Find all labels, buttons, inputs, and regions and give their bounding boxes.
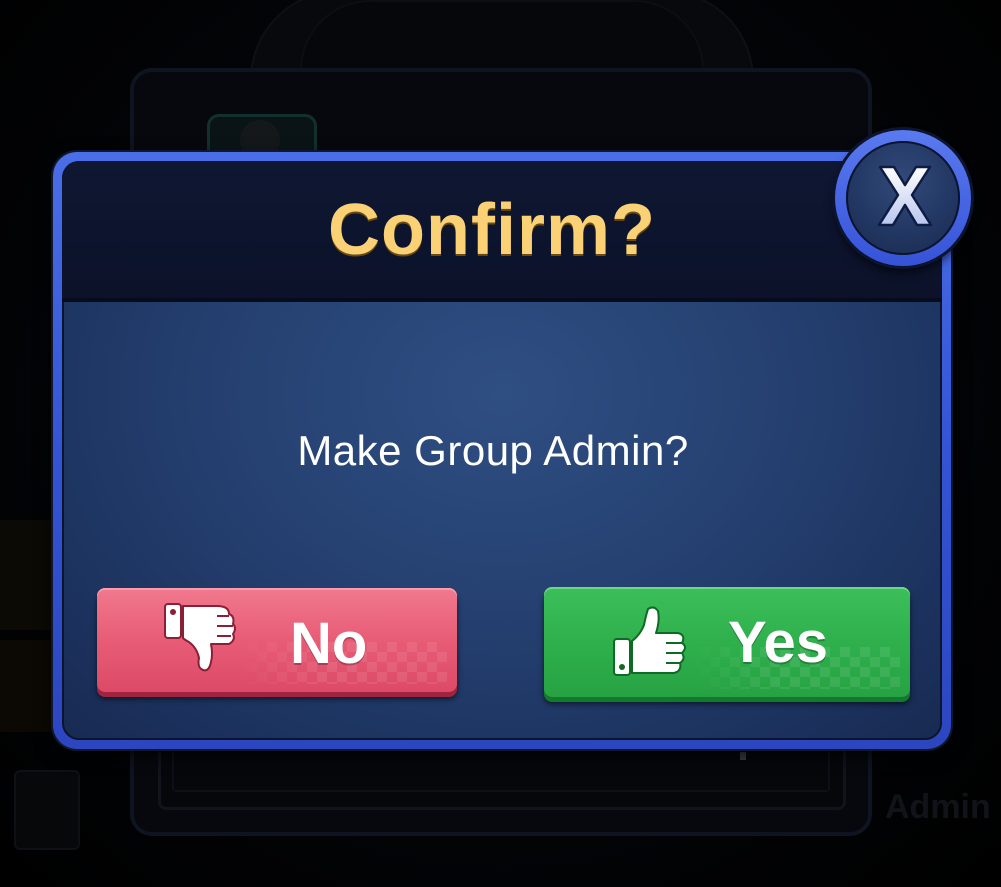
background-marker: [740, 752, 746, 760]
yes-button-label: Yes: [728, 610, 828, 675]
yes-button[interactable]: Yes: [544, 587, 910, 697]
background-left-avatar: [14, 770, 80, 850]
no-button-label: No: [290, 611, 368, 676]
no-button[interactable]: No: [97, 588, 457, 692]
background-left-item: [0, 640, 58, 732]
confirm-dialog: Confirm? Make Group Admin? No Yes: [53, 152, 951, 749]
dialog-header: Confirm?: [62, 161, 942, 302]
thumbs-up-icon: [613, 606, 686, 676]
thumbs-down-icon: [164, 603, 236, 672]
dialog-title: Confirm?: [328, 189, 656, 270]
close-button[interactable]: [835, 130, 971, 266]
close-button-face: [846, 141, 960, 255]
background-admin-label: Admin: [885, 788, 991, 826]
game-screen: Admin Confirm? Make Group Admin? No Yes: [0, 0, 1001, 887]
background-left-item: [0, 520, 60, 630]
dialog-message: Make Group Admin?: [297, 427, 689, 474]
dialog-body: Confirm? Make Group Admin? No Yes: [62, 161, 942, 740]
close-icon: [877, 165, 933, 227]
